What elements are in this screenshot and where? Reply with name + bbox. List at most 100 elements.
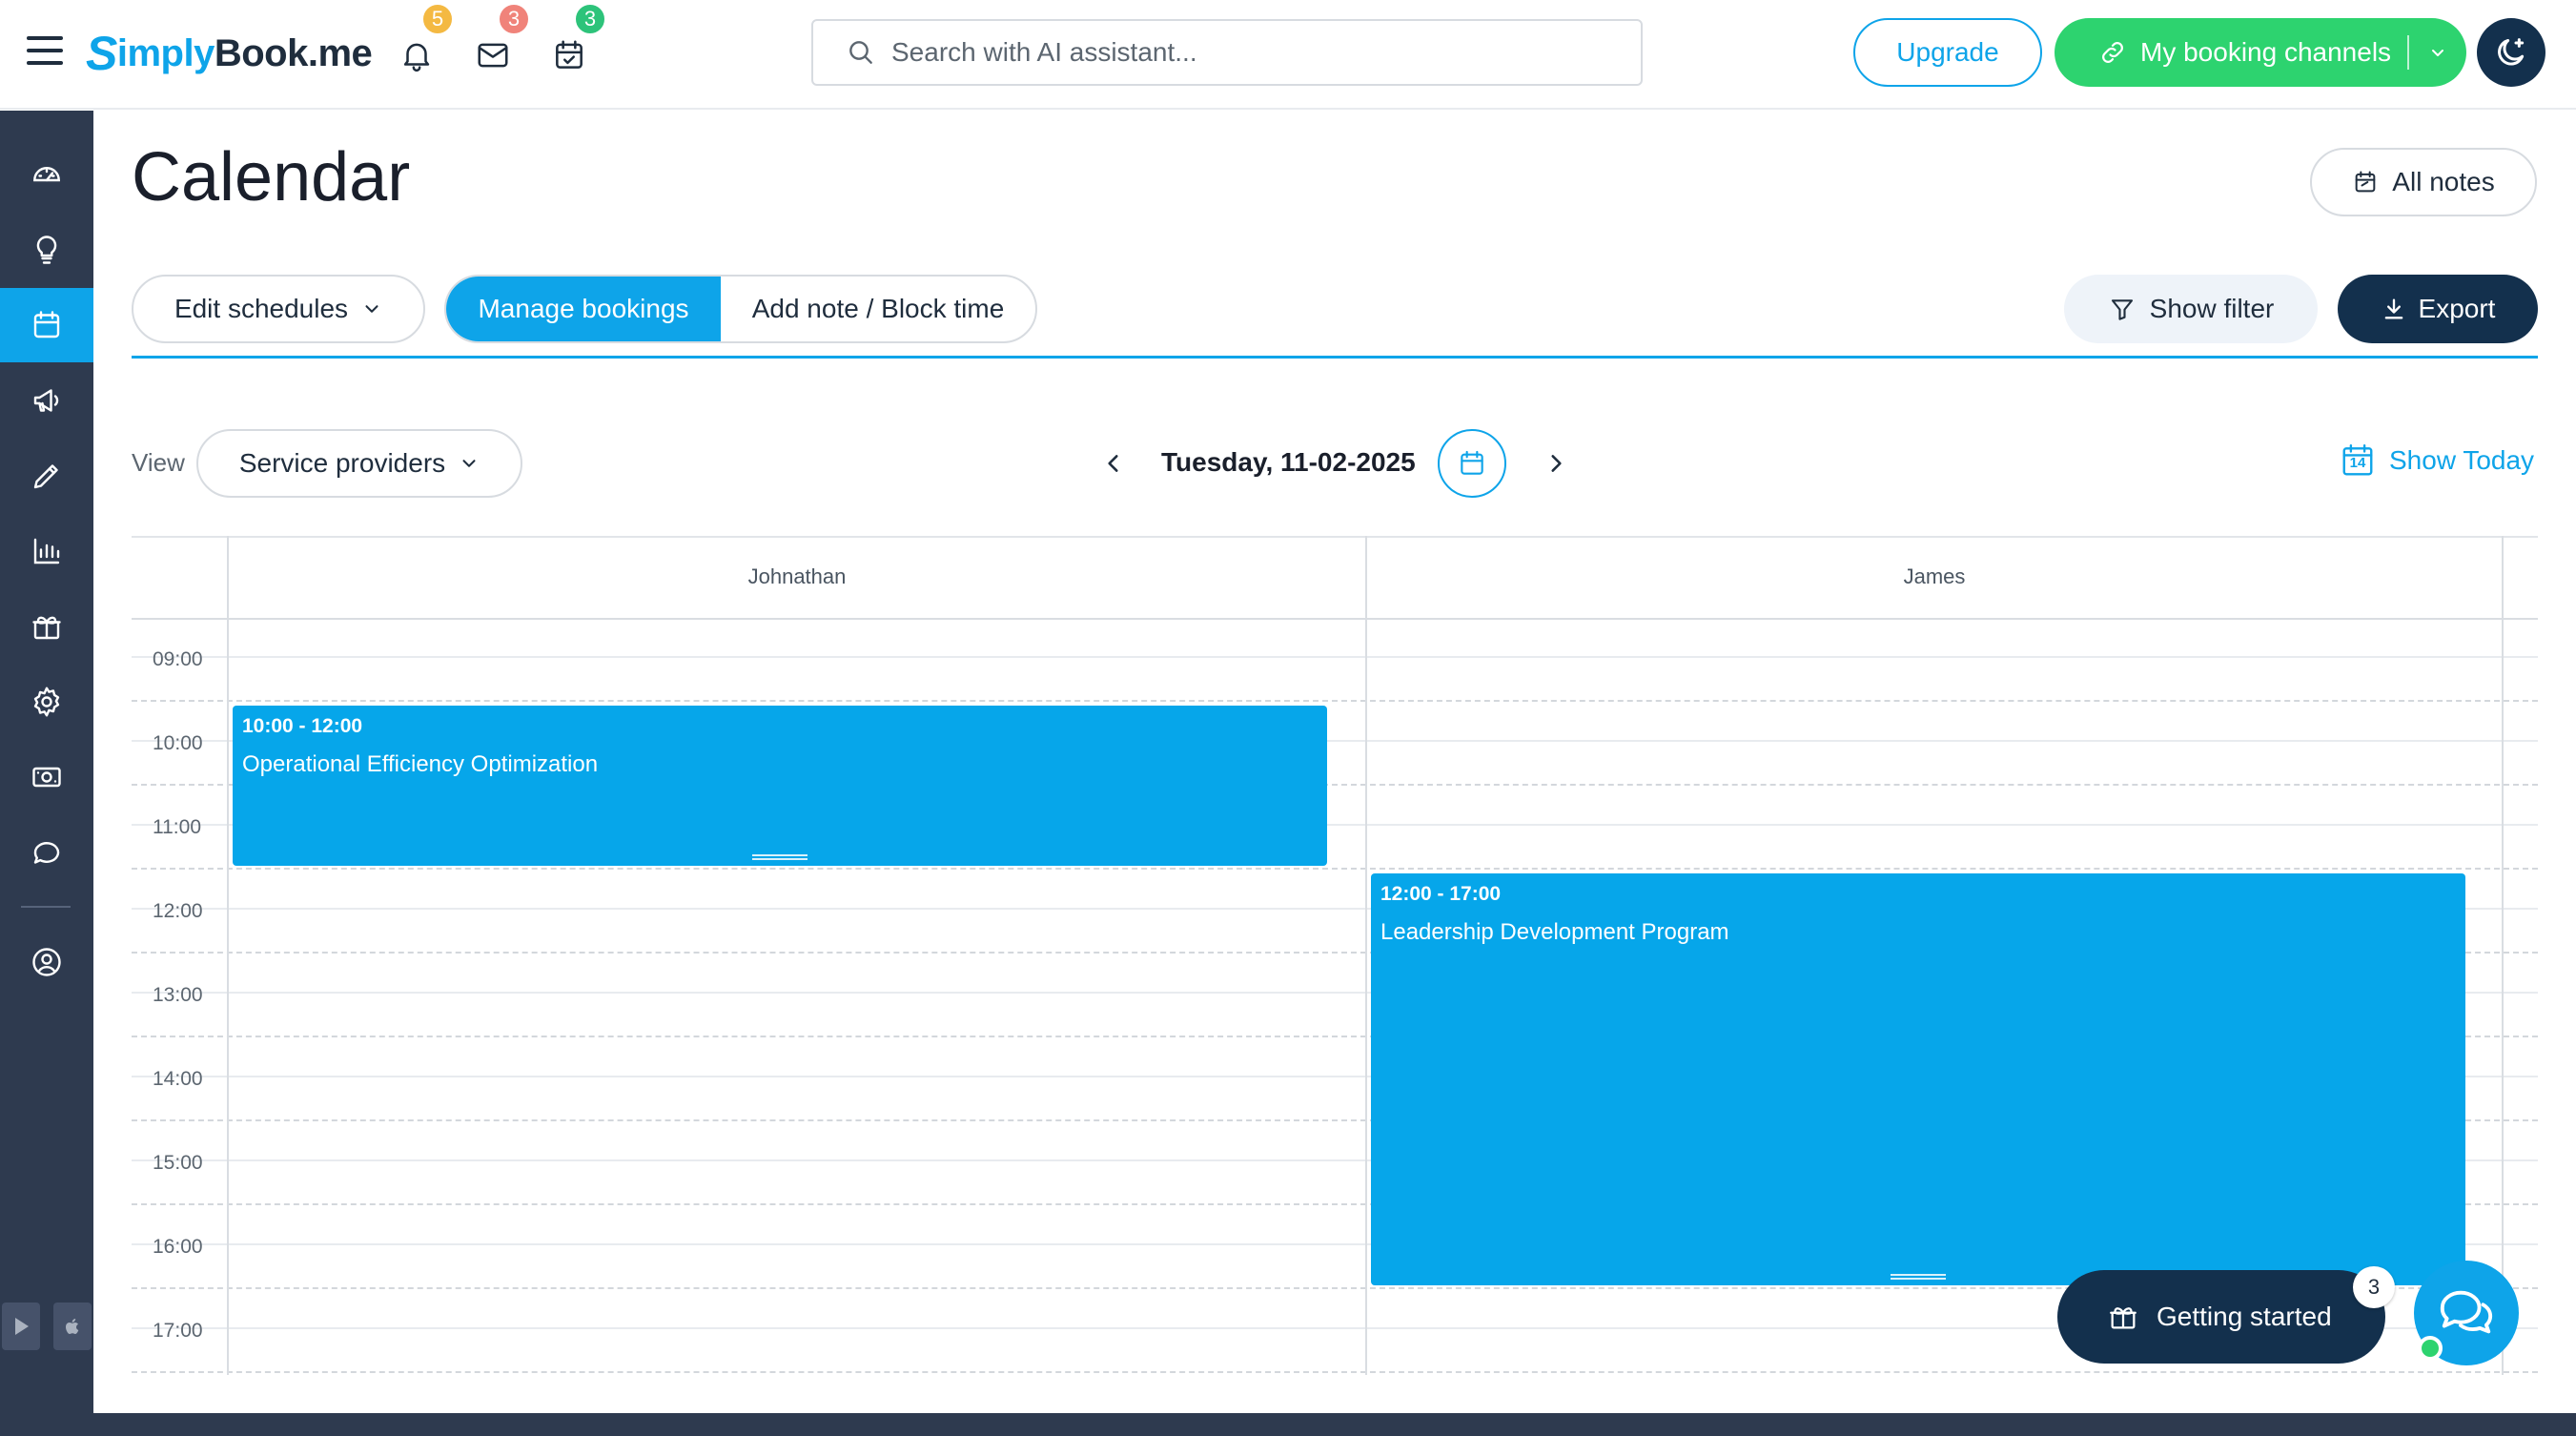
tab-add-note-block-time[interactable]: Add note / Block time bbox=[721, 277, 1035, 341]
page-title: Calendar bbox=[132, 139, 411, 215]
booking-title: Operational Efficiency Optimization bbox=[242, 751, 599, 777]
sidebar-item-account[interactable] bbox=[0, 925, 93, 999]
booking-james[interactable]: 12:00 - 17:00 Leadership Development Pro… bbox=[1371, 873, 2465, 1285]
sidebar-item-marketing[interactable] bbox=[0, 363, 93, 438]
booking-resize-handle[interactable] bbox=[1891, 1274, 1946, 1280]
view-select-value: Service providers bbox=[238, 448, 446, 478]
pencil-icon bbox=[33, 464, 58, 489]
chevron-down-icon bbox=[365, 305, 378, 313]
hour-line bbox=[132, 700, 2538, 702]
booking-mode-tabs: Manage bookings Add note / Block time bbox=[444, 275, 1037, 343]
menu-icon[interactable] bbox=[27, 36, 63, 65]
upgrade-button[interactable]: Upgrade bbox=[1853, 18, 2042, 87]
export-label: Export bbox=[2418, 294, 2496, 323]
column-divider bbox=[2502, 536, 2504, 1375]
time-label: 12:00 bbox=[153, 900, 203, 922]
chevron-down-icon bbox=[2432, 50, 2443, 56]
notifications-button[interactable]: 5 bbox=[392, 2, 455, 80]
time-label: 13:00 bbox=[153, 984, 203, 1006]
messages-button[interactable]: 3 bbox=[468, 2, 531, 80]
sidebar-divider bbox=[21, 906, 71, 908]
bar-chart-icon bbox=[33, 538, 60, 564]
chat-bubbles-icon bbox=[2440, 1290, 2493, 1334]
sidebar-item-reports[interactable] bbox=[0, 514, 93, 588]
messages-badge: 3 bbox=[497, 2, 531, 36]
all-notes-button[interactable]: All notes bbox=[2310, 148, 2537, 216]
show-today-label: Show Today bbox=[2389, 445, 2535, 475]
half-hour-line bbox=[132, 656, 2538, 658]
theme-toggle-button[interactable] bbox=[2477, 18, 2545, 87]
current-date: Tuesday, 11-02-2025 bbox=[1161, 447, 1416, 477]
sidebar-item-dashboard[interactable] bbox=[0, 137, 93, 212]
sidebar-item-add-ons[interactable] bbox=[0, 589, 93, 664]
all-notes-label: All notes bbox=[2392, 167, 2495, 196]
download-icon bbox=[2384, 298, 2402, 319]
sidebar-item-calendar[interactable] bbox=[0, 288, 93, 362]
booking-resize-handle[interactable] bbox=[752, 854, 808, 860]
show-filter-label: Show filter bbox=[2149, 294, 2275, 323]
booking-channels-button[interactable]: My booking channels bbox=[2055, 18, 2466, 87]
edit-schedules-dropdown[interactable]: Edit schedules bbox=[132, 275, 425, 343]
hour-line bbox=[132, 868, 2538, 870]
chevron-left-icon bbox=[1108, 455, 1118, 472]
sidebar-item-editor[interactable] bbox=[0, 439, 93, 513]
date-picker-button[interactable] bbox=[1438, 429, 1506, 498]
tab-manage-bookings[interactable]: Manage bookings bbox=[446, 277, 721, 341]
app-store-button[interactable] bbox=[53, 1303, 92, 1350]
search-box[interactable] bbox=[811, 19, 1643, 86]
next-day-button[interactable] bbox=[1537, 444, 1575, 482]
time-label: 10:00 bbox=[153, 732, 203, 754]
sidebar-item-chat[interactable] bbox=[0, 815, 93, 890]
sidebar-item-payments[interactable] bbox=[0, 740, 93, 814]
booking-channels-dropdown[interactable] bbox=[2409, 41, 2466, 64]
time-label: 11:00 bbox=[153, 816, 201, 838]
link-icon bbox=[2102, 42, 2123, 63]
show-filter-button[interactable]: Show filter bbox=[2064, 275, 2318, 343]
sidebar bbox=[0, 111, 93, 1436]
export-button[interactable]: Export bbox=[2338, 275, 2538, 343]
booking-channels-main[interactable]: My booking channels bbox=[2055, 37, 2407, 68]
top-bar: SimplyBook.me 5 3 3 Upgrade My booking c… bbox=[0, 0, 2576, 110]
getting-started-badge: 3 bbox=[2353, 1266, 2395, 1308]
sidebar-item-ideas[interactable] bbox=[0, 213, 93, 287]
hour-line bbox=[132, 1371, 2538, 1373]
online-status-dot bbox=[2418, 1336, 2443, 1361]
google-play-button[interactable] bbox=[2, 1303, 40, 1350]
booking-time: 12:00 - 17:00 bbox=[1380, 883, 1502, 905]
show-today-button[interactable]: 14 Show Today bbox=[2340, 441, 2534, 480]
calendar-icon bbox=[1461, 450, 1483, 475]
column-header-johnathan: Johnathan bbox=[747, 564, 847, 588]
logo[interactable]: Simply Book .me bbox=[86, 27, 373, 80]
today-calendar-icon: 14 bbox=[2340, 441, 2376, 480]
moon-sparkle-icon bbox=[2498, 38, 2525, 66]
column-header-james: James bbox=[1903, 564, 1966, 588]
booking-channels-label: My booking channels bbox=[2140, 37, 2392, 67]
filter-icon bbox=[2111, 299, 2133, 320]
chevron-right-icon bbox=[1551, 455, 1562, 472]
time-column-divider bbox=[227, 536, 229, 1375]
chevron-down-icon bbox=[462, 460, 476, 467]
search-input[interactable] bbox=[891, 37, 1616, 68]
view-select[interactable]: Service providers bbox=[196, 429, 522, 498]
sidebar-item-settings[interactable] bbox=[0, 665, 93, 739]
bell-icon bbox=[403, 43, 430, 72]
calendar-icon bbox=[33, 311, 60, 338]
header-divider bbox=[132, 356, 2538, 359]
notifications-badge: 5 bbox=[420, 2, 455, 36]
bottom-bar bbox=[93, 1413, 2576, 1436]
tasks-button[interactable]: 3 bbox=[544, 2, 607, 80]
time-label: 16:00 bbox=[153, 1236, 203, 1258]
booking-johnathan[interactable]: 10:00 - 12:00 Operational Efficiency Opt… bbox=[233, 706, 1327, 866]
previous-day-button[interactable] bbox=[1094, 444, 1133, 482]
getting-started-button[interactable]: Getting started bbox=[2057, 1270, 2385, 1364]
megaphone-icon bbox=[33, 389, 59, 412]
calendar-grid: Johnathan James 09:00 10:00 11:00 12:00 … bbox=[132, 536, 2538, 1375]
user-circle-icon bbox=[32, 948, 61, 976]
gear-icon bbox=[33, 687, 60, 717]
lightbulb-icon bbox=[36, 236, 57, 264]
view-label: View bbox=[132, 448, 185, 477]
logo-me: .me bbox=[307, 31, 373, 74]
calendar-check-icon bbox=[556, 40, 583, 69]
edit-schedules-label: Edit schedules bbox=[174, 294, 349, 323]
time-label: 15:00 bbox=[153, 1152, 203, 1174]
